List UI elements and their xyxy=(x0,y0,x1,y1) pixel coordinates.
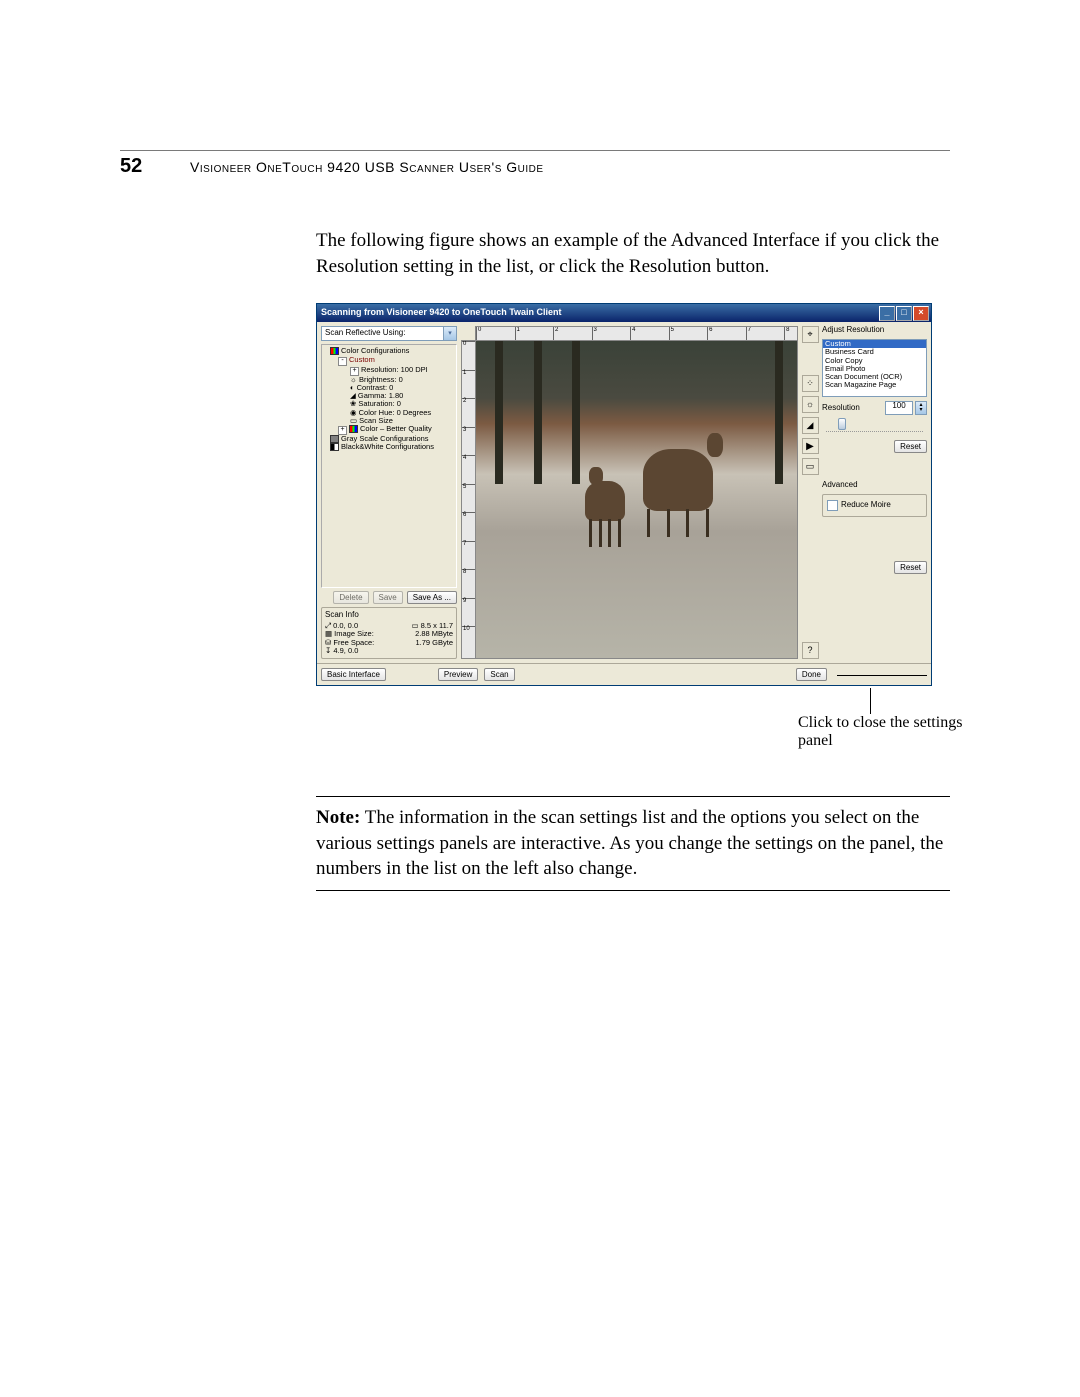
reduce-moire-label: Reduce Moire xyxy=(841,501,891,510)
bottom-bar: Basic Interface Preview Scan Done xyxy=(317,663,931,685)
preview-image xyxy=(476,341,797,658)
window-title: Scanning from Visioneer 9420 to OneTouch… xyxy=(321,308,878,318)
header-title: Visioneer OneTouch 9420 USB Scanner User… xyxy=(190,159,544,175)
resolution-label: Resolution xyxy=(822,404,860,413)
twain-window: Scanning from Visioneer 9420 to OneTouch… xyxy=(316,303,932,686)
reset-button-2[interactable]: Reset xyxy=(894,561,927,574)
scan-preview[interactable] xyxy=(475,340,798,659)
collapse-panel-arrow-icon[interactable]: ▶ xyxy=(802,438,819,454)
brightness-icon[interactable]: ☼ xyxy=(802,396,819,413)
note-block: Note: The information in the scan settin… xyxy=(316,796,950,891)
save-button[interactable]: Save xyxy=(373,591,403,604)
gamma-icon[interactable]: ◢ xyxy=(802,417,819,434)
list-item[interactable]: Scan Magazine Page xyxy=(823,381,926,389)
callout-connector xyxy=(316,692,930,716)
left-panel: Scan Reflective Using: ▾ Color Configura… xyxy=(321,326,457,659)
chevron-down-icon: ▾ xyxy=(443,327,456,340)
note-label: Note: xyxy=(316,807,360,828)
titlebar: Scanning from Visioneer 9420 to OneTouch… xyxy=(317,304,931,322)
settings-tree[interactable]: Color Configurations -Custom +Resolution… xyxy=(321,344,457,588)
resolution-input[interactable]: 100 xyxy=(885,401,913,415)
maximize-button[interactable]: □ xyxy=(896,306,912,321)
scan-info-group: Scan Info ⤢ 0.0, 0.0▭ 8.5 x 11.7 ▦ Image… xyxy=(321,607,457,659)
scan-button[interactable]: Scan xyxy=(484,668,514,681)
close-button[interactable]: × xyxy=(913,306,929,321)
note-body: The information in the scan settings lis… xyxy=(316,807,943,879)
crop-icon[interactable]: ▭ xyxy=(802,458,819,475)
done-button[interactable]: Done xyxy=(796,668,827,681)
basic-interface-button[interactable]: Basic Interface xyxy=(321,668,386,681)
page-number: 52 xyxy=(120,155,190,178)
reduce-moire-checkbox[interactable] xyxy=(827,500,838,511)
dropdown-label: Scan Reflective Using: xyxy=(322,329,443,338)
preview-panel: 0 1 2 3 4 5 6 7 8 0 1 2 3 xyxy=(461,326,798,659)
adjust-resolution-panel: Adjust Resolution Custom Business Card C… xyxy=(822,326,927,659)
panel-title: Adjust Resolution xyxy=(822,326,927,335)
resolution-slider[interactable] xyxy=(826,421,923,432)
intro-paragraph: The following figure shows an example of… xyxy=(316,228,950,279)
delete-button[interactable]: Delete xyxy=(333,591,368,604)
screenshot-figure: Scanning from Visioneer 9420 to OneTouch… xyxy=(316,303,950,686)
tool-column: ⌖ ⁘ ☼ ◢ ▶ ▭ ? xyxy=(802,326,818,659)
advanced-label: Advanced xyxy=(822,481,927,490)
help-icon[interactable]: ? xyxy=(802,642,819,659)
resolution-spinner[interactable]: ▴▾ xyxy=(915,401,927,415)
running-header: 52 Visioneer OneTouch 9420 USB Scanner U… xyxy=(120,150,950,178)
reset-button[interactable]: Reset xyxy=(894,440,927,453)
resolution-icon[interactable]: ⁘ xyxy=(802,375,819,392)
minimize-button[interactable]: _ xyxy=(879,306,895,321)
resolution-presets-list[interactable]: Custom Business Card Color Copy Email Ph… xyxy=(822,339,927,397)
scan-using-dropdown[interactable]: Scan Reflective Using: ▾ xyxy=(321,326,457,341)
ruler-icon[interactable]: ⌖ xyxy=(802,326,819,343)
save-as-button[interactable]: Save As ... xyxy=(407,591,457,604)
preview-button[interactable]: Preview xyxy=(438,668,478,681)
